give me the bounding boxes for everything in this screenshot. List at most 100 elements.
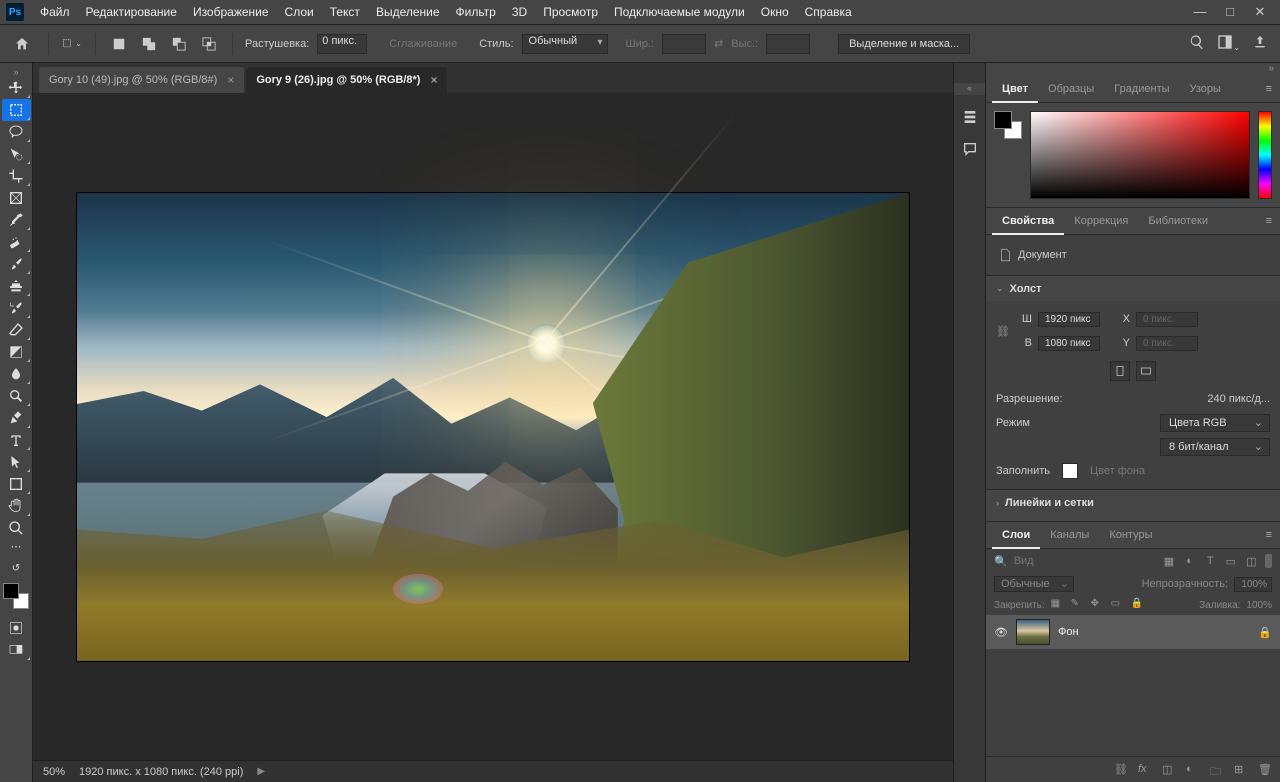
panel-menu-icon[interactable]: ≡ — [1258, 529, 1280, 541]
hue-slider[interactable] — [1258, 111, 1272, 199]
color-fg-bg-swatch[interactable] — [994, 111, 1022, 139]
close-tab-icon[interactable]: × — [227, 73, 234, 87]
move-tool[interactable] — [2, 77, 31, 99]
tab-libraries[interactable]: Библиотеки — [1138, 207, 1218, 235]
window-maximize-icon[interactable]: □ — [1222, 4, 1238, 20]
toolbar-collapse-handle[interactable]: » — [0, 67, 32, 77]
tab-patterns[interactable]: Узоры — [1180, 75, 1231, 103]
zoom-level[interactable]: 50% — [43, 766, 65, 778]
delete-layer-icon[interactable]: 🗑 — [1258, 763, 1272, 777]
filter-pixel-icon[interactable]: ▦ — [1162, 553, 1177, 569]
clone-stamp-tool[interactable] — [2, 275, 31, 297]
selection-subtract-icon[interactable] — [168, 33, 190, 55]
rulers-section-header[interactable]: › Линейки и сетки — [986, 489, 1280, 515]
menu-file[interactable]: Файл — [32, 0, 78, 25]
tab-properties[interactable]: Свойства — [992, 207, 1064, 235]
layer-name[interactable]: Фон — [1058, 626, 1079, 638]
filter-type-icon[interactable]: T — [1203, 553, 1218, 569]
selection-new-icon[interactable] — [108, 33, 130, 55]
layer-mask-icon[interactable]: ◫ — [1162, 763, 1176, 777]
layer-filter-input[interactable] — [1014, 555, 1156, 567]
menu-window[interactable]: Окно — [753, 0, 797, 25]
close-tab-icon[interactable]: × — [430, 73, 437, 87]
window-minimize-icon[interactable]: — — [1192, 4, 1208, 20]
menu-text[interactable]: Текст — [322, 0, 368, 25]
quick-mask-icon[interactable] — [2, 617, 31, 639]
brush-tool[interactable] — [2, 253, 31, 275]
color-mode-select[interactable]: Цвета RGB — [1160, 414, 1270, 432]
screen-mode-icon[interactable] — [2, 639, 31, 661]
quick-select-tool[interactable] — [2, 143, 31, 165]
lasso-tool[interactable] — [2, 121, 31, 143]
menu-3d[interactable]: 3D — [504, 0, 535, 25]
panels-collapse-handle[interactable]: » — [986, 63, 1280, 75]
layer-group-icon[interactable]: 🗀 — [1210, 763, 1224, 777]
crop-tool[interactable] — [2, 165, 31, 187]
menu-view[interactable]: Просмотр — [535, 0, 606, 25]
menu-edit[interactable]: Редактирование — [78, 0, 185, 25]
canvas-section-header[interactable]: ⌄ Холст — [986, 275, 1280, 301]
menu-image[interactable]: Изображение — [185, 0, 277, 25]
lock-position-icon[interactable]: ✥ — [1091, 598, 1105, 612]
color-swatches[interactable] — [3, 583, 29, 609]
select-and-mask-button[interactable]: Выделение и маска... — [838, 34, 970, 54]
canvas-viewport[interactable] — [33, 93, 953, 760]
panel-menu-icon[interactable]: ≡ — [1258, 215, 1280, 227]
type-tool[interactable] — [2, 429, 31, 451]
filter-toggle-icon[interactable] — [1265, 554, 1272, 568]
lock-all-icon[interactable]: 🔒 — [1131, 598, 1145, 612]
document-tab[interactable]: Gory 9 (26).jpg @ 50% (RGB/8*) × — [246, 67, 447, 93]
home-button[interactable] — [8, 32, 36, 56]
menu-layers[interactable]: Слои — [277, 0, 322, 25]
comments-panel-icon[interactable] — [960, 139, 980, 159]
window-close-icon[interactable]: ✕ — [1252, 4, 1268, 20]
link-layers-icon[interactable]: ⛓ — [1114, 763, 1128, 777]
marquee-tool[interactable] — [2, 99, 31, 121]
layer-visibility-icon[interactable]: 👁 — [994, 626, 1008, 639]
selection-add-icon[interactable] — [138, 33, 160, 55]
document-dimensions[interactable]: 1920 пикс. x 1080 пикс. (240 ppi) — [79, 766, 243, 778]
hand-tool[interactable] — [2, 495, 31, 517]
history-panel-icon[interactable] — [960, 107, 980, 127]
feather-input[interactable]: 0 пикс. — [317, 34, 367, 54]
document-tab[interactable]: Gory 10 (49).jpg @ 50% (RGB/8#) × — [39, 67, 244, 93]
history-brush-tool[interactable] — [2, 297, 31, 319]
dodge-tool[interactable] — [2, 385, 31, 407]
layer-lock-icon[interactable]: 🔒 — [1258, 626, 1272, 639]
tab-adjustments[interactable]: Коррекция — [1064, 207, 1138, 235]
zoom-tool[interactable] — [2, 517, 31, 539]
layer-row[interactable]: 👁 Фон 🔒 — [986, 615, 1280, 649]
filter-shape-icon[interactable]: ▭ — [1223, 553, 1238, 569]
color-field[interactable] — [1030, 111, 1250, 199]
filter-smart-icon[interactable]: ◫ — [1244, 553, 1259, 569]
healing-brush-tool[interactable] — [2, 231, 31, 253]
gradient-tool[interactable] — [2, 341, 31, 363]
fill-swatch[interactable] — [1062, 463, 1078, 479]
bit-depth-select[interactable]: 8 бит/канал — [1160, 438, 1270, 456]
layer-thumbnail[interactable] — [1016, 619, 1050, 645]
adjustment-layer-icon[interactable]: ◐ — [1186, 763, 1200, 777]
canvas-width-input[interactable]: 1920 пикс — [1038, 312, 1100, 327]
new-layer-icon[interactable]: ⊞ — [1234, 763, 1248, 777]
orientation-portrait-icon[interactable] — [1110, 361, 1130, 381]
lock-artboard-icon[interactable]: ▭ — [1111, 598, 1125, 612]
pen-tool[interactable] — [2, 407, 31, 429]
menu-select[interactable]: Выделение — [368, 0, 448, 25]
menu-help[interactable]: Справка — [797, 0, 860, 25]
resolution-value[interactable]: 240 пикс/д... — [1207, 393, 1270, 405]
selection-intersect-icon[interactable] — [198, 33, 220, 55]
tab-color[interactable]: Цвет — [992, 75, 1038, 103]
status-more-icon[interactable]: ▶ — [257, 766, 265, 777]
layer-fx-icon[interactable]: fx — [1138, 763, 1152, 777]
mini-collapse-handle[interactable]: « — [954, 83, 985, 95]
orientation-landscape-icon[interactable] — [1136, 361, 1156, 381]
panel-menu-icon[interactable]: ≡ — [1258, 83, 1280, 95]
canvas-height-input[interactable]: 1080 пикс — [1038, 336, 1100, 351]
edit-toolbar-icon[interactable]: ⋯ — [2, 539, 31, 553]
menu-plugins[interactable]: Подключаемые модули — [606, 0, 753, 25]
menu-filter[interactable]: Фильтр — [448, 0, 504, 25]
eraser-tool[interactable] — [2, 319, 31, 341]
blur-tool[interactable] — [2, 363, 31, 385]
search-icon[interactable] — [1189, 34, 1205, 53]
filter-adjust-icon[interactable]: ◐ — [1182, 553, 1197, 569]
